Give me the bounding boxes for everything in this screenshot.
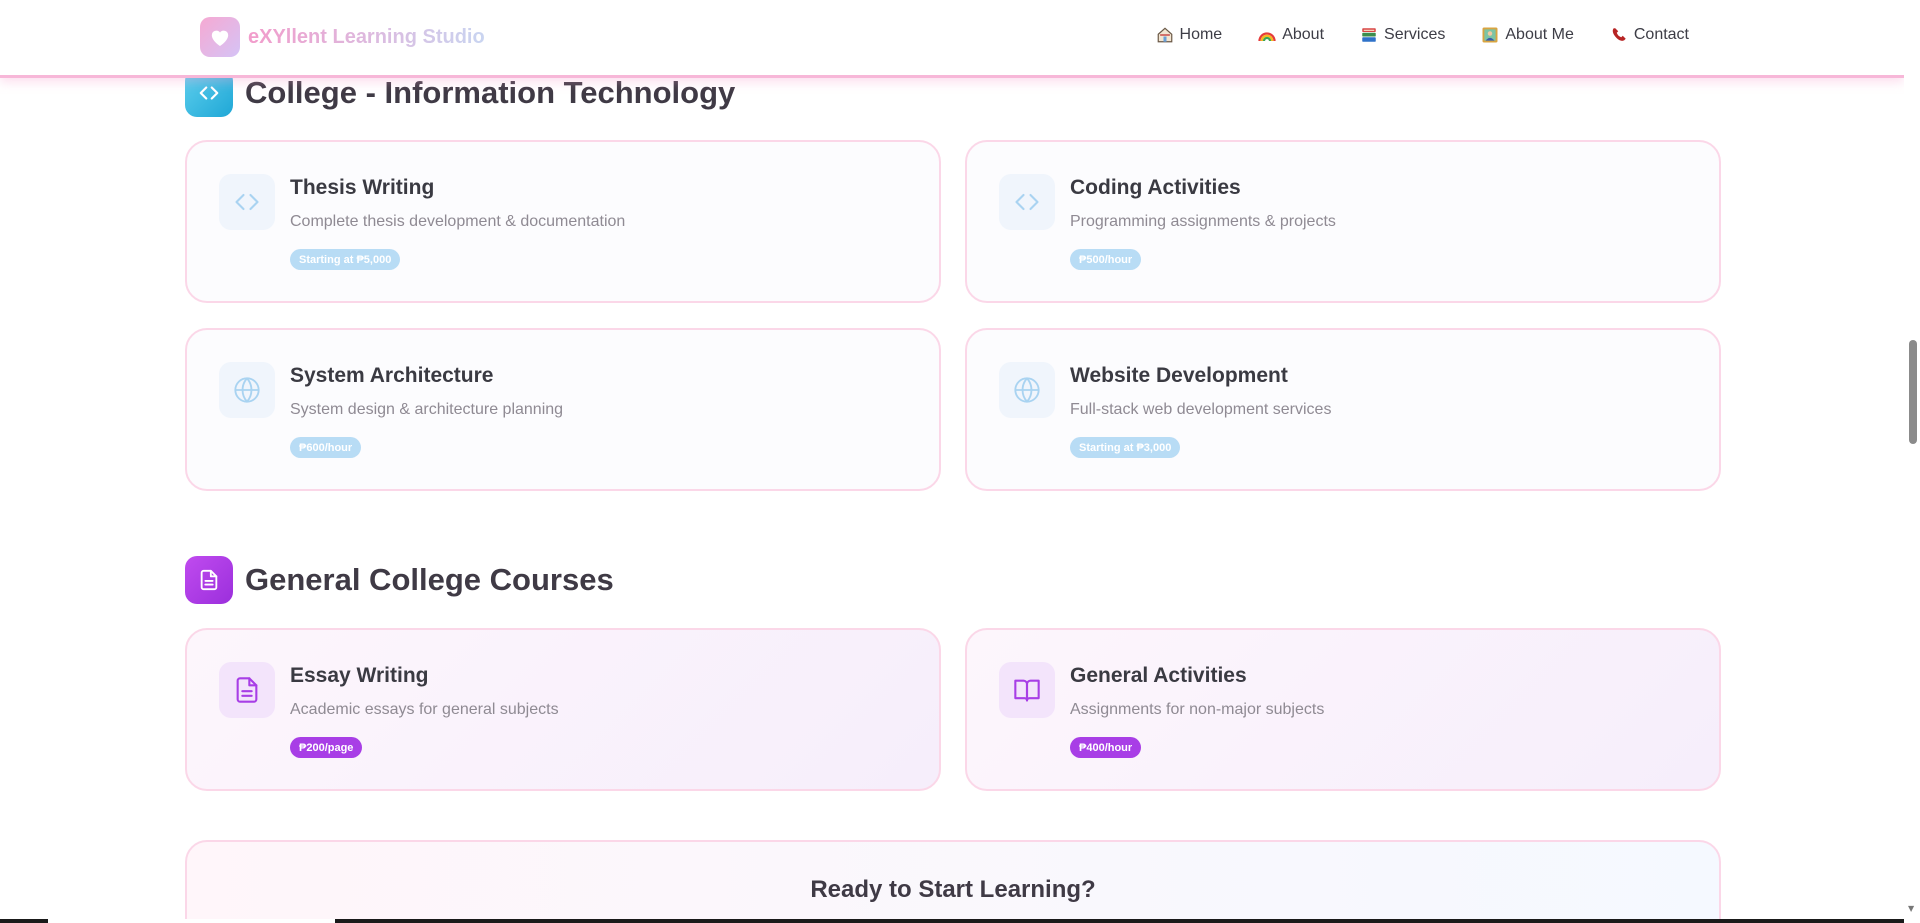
main-nav: Home About Services About Me Contact (1156, 26, 1689, 44)
cta-panel: Ready to Start Learning? (185, 840, 1721, 919)
nav-label: Home (1179, 26, 1223, 43)
price-badge: Starting at ₱5,000 (290, 249, 401, 270)
section-title: General College Courses (245, 562, 614, 597)
card-description: System design & architecture planning (290, 401, 564, 418)
globe-icon (219, 362, 275, 418)
nav-label: Services (1384, 26, 1446, 43)
service-card-coding-activities[interactable]: Coding Activities Programming assignment… (965, 140, 1721, 303)
card-description: Programming assignments & projects (1070, 213, 1336, 230)
nav-contact[interactable]: Contact (1610, 26, 1689, 44)
card-title: Website Development (1070, 364, 1288, 387)
bottom-edge (0, 919, 1920, 923)
code-icon (219, 174, 275, 230)
scroll-down-arrow-icon[interactable]: ▼ (1908, 905, 1916, 913)
brand-link[interactable]: eXYllent Learning Studio (200, 17, 485, 57)
bottom-edge-segment (335, 919, 1904, 923)
nav-services[interactable]: Services (1360, 26, 1445, 44)
open-book-icon (999, 662, 1055, 718)
card-description: Complete thesis development & documentat… (290, 213, 626, 230)
card-title: Essay Writing (290, 664, 429, 687)
nav-about-me[interactable]: About Me (1481, 26, 1574, 44)
section-header-general: General College Courses (185, 556, 614, 604)
card-description: Academic essays for general subjects (290, 701, 559, 718)
bottom-edge-segment (0, 919, 48, 923)
service-card-system-architecture[interactable]: System Architecture System design & arch… (185, 328, 941, 491)
price-badge: ₱600/hour (290, 437, 362, 458)
price-badge: ₱500/hour (1070, 249, 1142, 270)
portrait-icon (1481, 26, 1499, 44)
service-card-website-development[interactable]: Website Development Full-stack web devel… (965, 328, 1721, 491)
card-description: Assignments for non-major subjects (1070, 701, 1325, 718)
price-badge: Starting at ₱3,000 (1070, 437, 1181, 458)
nav-home[interactable]: Home (1156, 26, 1223, 44)
card-title: Coding Activities (1070, 176, 1241, 199)
nav-label: About (1282, 26, 1325, 43)
telephone-icon (1610, 26, 1628, 44)
service-card-thesis-writing[interactable]: Thesis Writing Complete thesis developme… (185, 140, 941, 303)
document-icon (185, 556, 233, 604)
code-icon (999, 174, 1055, 230)
service-card-essay-writing[interactable]: Essay Writing Academic essays for genera… (185, 628, 941, 791)
site-header: eXYllent Learning Studio Home About Serv… (0, 0, 1904, 78)
nav-label: Contact (1633, 26, 1689, 43)
price-badge: ₱400/hour (1070, 737, 1142, 758)
document-icon (219, 662, 275, 718)
card-title: General Activities (1070, 664, 1247, 687)
brand-name: eXYllent Learning Studio (248, 25, 485, 48)
vertical-scrollbar[interactable]: ▼ (1904, 0, 1920, 923)
nav-label: About Me (1505, 26, 1574, 43)
rainbow-icon (1258, 26, 1276, 44)
globe-icon (999, 362, 1055, 418)
service-card-general-activities[interactable]: General Activities Assignments for non-m… (965, 628, 1721, 791)
cta-title: Ready to Start Learning? (810, 876, 1096, 903)
scrollbar-thumb[interactable] (1909, 340, 1917, 444)
heart-icon (200, 17, 240, 57)
card-description: Full-stack web development services (1070, 401, 1332, 418)
price-badge: ₱200/page (290, 737, 363, 758)
card-title: Thesis Writing (290, 176, 435, 199)
section-title: College - Information Technology (245, 75, 736, 110)
card-title: System Architecture (290, 364, 494, 387)
books-icon (1360, 26, 1378, 44)
house-icon (1156, 26, 1174, 44)
page-viewport: College - Information Technology Thesis … (0, 0, 1904, 919)
nav-about[interactable]: About (1258, 26, 1324, 44)
